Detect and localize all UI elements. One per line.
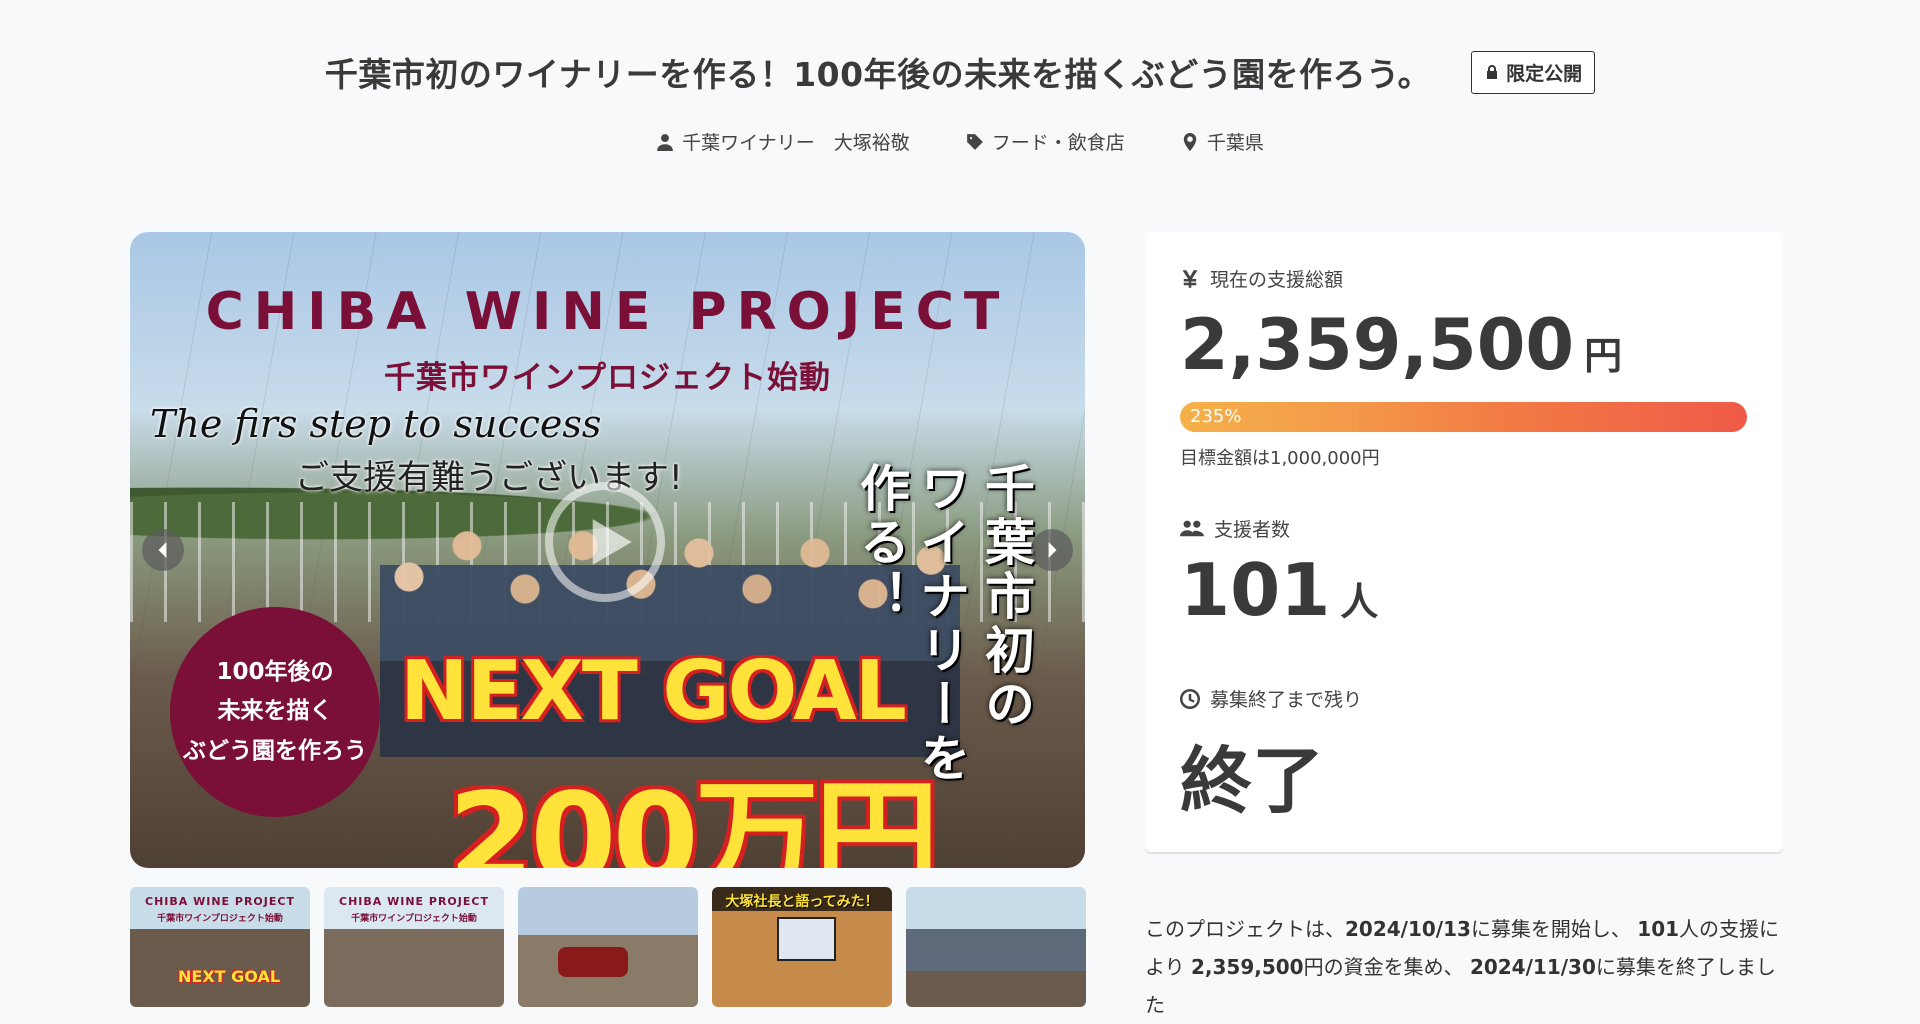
carousel-next-button[interactable] xyxy=(1031,529,1073,571)
summary-amount: 2,359,500 xyxy=(1190,955,1304,979)
location-pin-icon xyxy=(1183,132,1196,151)
thumbnail-1[interactable]: CHIBA WINE PROJECT 千葉市ワインプロジェクト始動 NEXT G… xyxy=(130,887,310,1007)
yen-icon xyxy=(1182,269,1198,288)
users-icon xyxy=(1180,520,1204,536)
summary-text-1: このプロジェクトは、 xyxy=(1145,917,1345,941)
hero-subheadline: 千葉市ワインプロジェクト始動 xyxy=(383,360,832,396)
carousel-prev-button[interactable] xyxy=(142,529,184,571)
total-amount-value: 2,359,500 xyxy=(1180,304,1575,386)
hero-vertical-text-1: 千葉市初の xyxy=(977,462,1035,732)
backers-unit: 人 xyxy=(1340,580,1379,624)
backers-label-text: 支援者数 xyxy=(1214,519,1291,541)
chevron-right-icon xyxy=(1048,542,1057,558)
total-amount-label-text: 現在の支援総額 xyxy=(1210,269,1344,291)
backers-label: 支援者数 xyxy=(1180,515,1290,542)
play-video-button[interactable] xyxy=(545,482,665,602)
funding-stats-panel: 現在の支援総額 2,359,500 円 235% 目標金額は1,000,000円 … xyxy=(1145,232,1783,852)
progress-percent: 235% xyxy=(1190,406,1242,427)
title-row: 千葉市初のワイナリーを作る！100年後の未来を描くぶどう園を作ろう。 限定公開 xyxy=(0,48,1920,96)
clock-icon xyxy=(1180,688,1200,709)
project-meta: 千葉ワイナリー 大塚裕敬 フード・飲食店 千葉県 xyxy=(0,128,1920,155)
thumbnail-2[interactable]: CHIBA WINE PROJECT 千葉市ワインプロジェクト始動 xyxy=(324,887,504,1007)
summary-end-date: 2024/11/30 xyxy=(1469,955,1596,979)
hero-goal-amount: 200万円 xyxy=(448,767,939,868)
owner-link[interactable]: 千葉ワイナリー 大塚裕敬 xyxy=(656,128,910,155)
thumbnail-sub: 千葉市ワインプロジェクト始動 xyxy=(157,914,283,924)
category-link[interactable]: フード・飲食店 xyxy=(966,128,1125,155)
play-icon xyxy=(592,519,632,565)
chevron-left-icon xyxy=(158,542,167,558)
user-icon xyxy=(657,133,674,151)
hero-vertical-text-3: 作る！ xyxy=(852,462,910,624)
progress-bar: 235% xyxy=(1180,402,1747,432)
summary-start-date: 2024/10/13 xyxy=(1345,917,1471,941)
thumbnail-vehicle xyxy=(558,947,628,977)
backers-value: 101 xyxy=(1180,548,1331,632)
hero-script-text: The firs step to success xyxy=(150,402,602,446)
thumbnail-title: 大塚社長と語ってみた！ xyxy=(725,894,879,910)
circle-line-1: 100年後の xyxy=(216,659,334,686)
goal-amount: 目標金額は1,000,000円 xyxy=(1180,448,1380,469)
tag-icon xyxy=(966,133,983,150)
lock-icon xyxy=(1487,65,1498,79)
thumbnail-5[interactable] xyxy=(906,887,1086,1007)
thumbnail-title: CHIBA WINE PROJECT xyxy=(145,895,295,908)
remaining-label-text: 募集終了まで残り xyxy=(1210,689,1363,711)
total-amount-label: 現在の支援総額 xyxy=(1180,265,1343,292)
circle-line-2: 未来を描く xyxy=(217,698,333,725)
summary-backers: 101 xyxy=(1637,917,1680,941)
backers-count: 101 人 xyxy=(1180,548,1378,632)
summary-text-4: 円の資金を集め、 xyxy=(1303,955,1464,979)
category-name: フード・飲食店 xyxy=(991,132,1125,154)
location-link[interactable]: 千葉県 xyxy=(1181,128,1264,155)
thumbnail-3[interactable] xyxy=(518,887,698,1007)
location-name: 千葉県 xyxy=(1206,132,1264,154)
remaining-value: 終了 xyxy=(1180,739,1325,823)
project-summary: このプロジェクトは、2024/10/13に募集を開始し、 101人の支援により … xyxy=(1145,910,1785,1024)
thumbnail-screen xyxy=(777,917,836,961)
thumbnail-goal: NEXT GOAL xyxy=(178,967,281,986)
remaining-label: 募集終了まで残り xyxy=(1180,685,1362,712)
thumbnail-strip: CHIBA WINE PROJECT 千葉市ワインプロジェクト始動 NEXT G… xyxy=(130,887,1086,1007)
page-title: 千葉市初のワイナリーを作る！100年後の未来を描くぶどう園を作ろう。 xyxy=(324,55,1432,94)
hero-circle-badge: 100年後の 未来を描く ぶどう園を作ろう xyxy=(170,607,380,817)
thumbnail-title: CHIBA WINE PROJECT xyxy=(339,895,489,908)
thumbnail-sub: 千葉市ワインプロジェクト始動 xyxy=(351,914,477,924)
hero-carousel[interactable]: CHIBA WINE PROJECT 千葉市ワインプロジェクト始動 The fi… xyxy=(130,232,1085,868)
limited-public-badge: 限定公開 xyxy=(1471,50,1596,94)
hero-next-goal: NEXT GOAL xyxy=(400,644,907,739)
total-amount-unit: 円 xyxy=(1584,334,1623,378)
owner-name: 千葉ワイナリー 大塚裕敬 xyxy=(682,132,910,154)
badge-label: 限定公開 xyxy=(1506,62,1583,85)
thumbnail-4[interactable]: 大塚社長と語ってみた！ xyxy=(712,887,892,1007)
circle-line-3: ぶどう園を作ろう xyxy=(183,737,367,764)
total-amount: 2,359,500 円 xyxy=(1180,304,1622,386)
summary-text-2: に募集を開始し、 xyxy=(1470,917,1631,941)
hero-headline: CHIBA WINE PROJECT xyxy=(205,282,1010,342)
